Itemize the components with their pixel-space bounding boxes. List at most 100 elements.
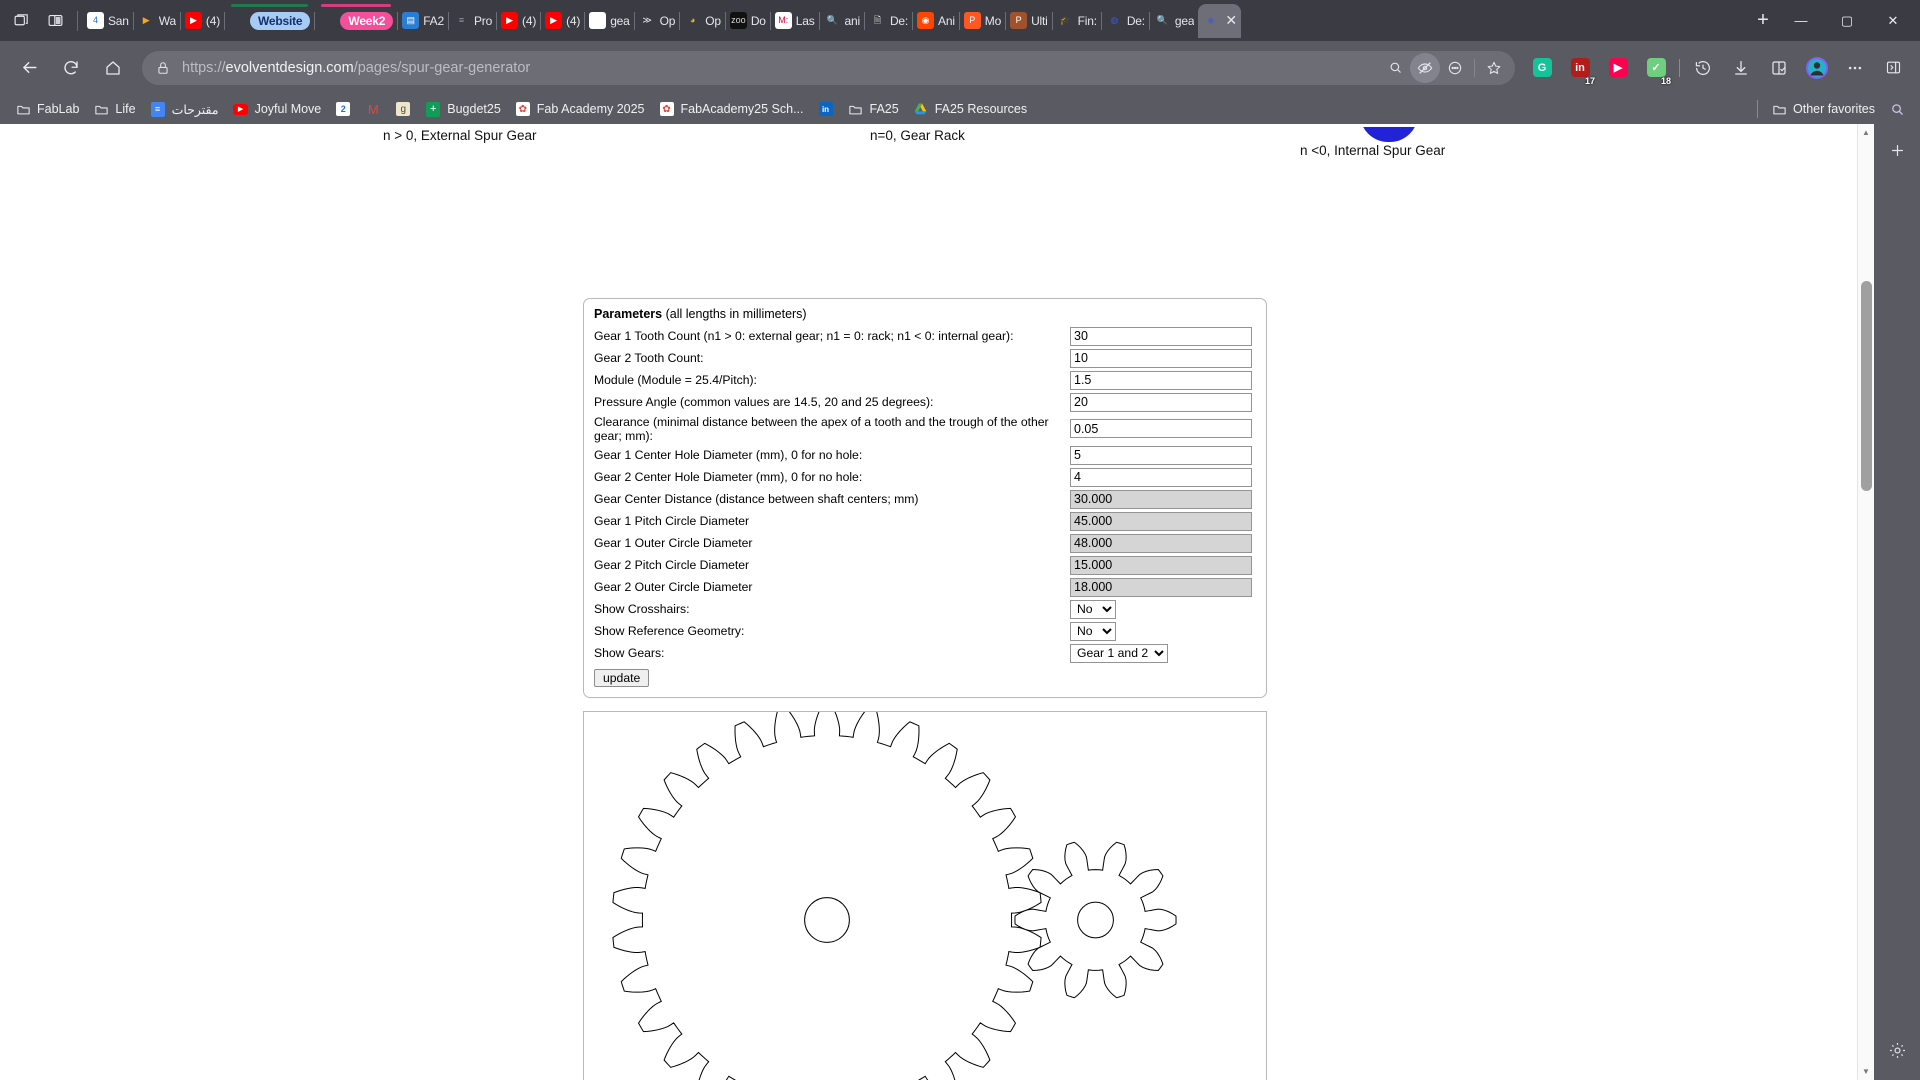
bookmark-item[interactable]: ✿ Fab Academy 2025 <box>508 98 652 120</box>
show-reference-geometry-select[interactable]: NoYes <box>1070 621 1116 641</box>
scrollbar-thumb[interactable] <box>1861 281 1872 491</box>
browser-tab[interactable]: ≡ Pro <box>449 4 496 38</box>
show-crosshairs-select[interactable]: NoYes <box>1070 599 1116 619</box>
scroll-up-arrow[interactable]: ▲ <box>1858 124 1874 141</box>
browser-tab[interactable]: ▶ (4) <box>497 4 540 38</box>
grammarly-extension[interactable]: G <box>1525 51 1559 85</box>
split-screen-icon[interactable] <box>38 4 72 38</box>
collections-icon[interactable] <box>1762 51 1796 85</box>
back-arrow-icon[interactable] <box>11 50 47 86</box>
add-sidebar-icon[interactable] <box>1881 134 1913 166</box>
browser-tab[interactable]: ▶ Wa <box>134 4 180 38</box>
browser-tab[interactable]: ▤ FA2 <box>398 4 448 38</box>
other-favorites-button[interactable]: Other favorites <box>1764 98 1882 120</box>
web-page-content: n > 0, External Spur Gear n=0, Gear Rack… <box>0 124 1857 1080</box>
browser-tab[interactable]: Week2 <box>315 3 397 38</box>
parameter-value-cell: Gear 1 and 2Gear 1Gear 2 <box>1070 642 1256 664</box>
tab-search-icon[interactable] <box>4 4 38 38</box>
browser-tab[interactable]: Website <box>225 3 314 38</box>
browser-tab[interactable]: 🗎 De: <box>865 4 912 38</box>
profile-avatar[interactable] <box>1800 51 1834 85</box>
gear1-tooth-count-input[interactable] <box>1070 326 1252 346</box>
parameter-label: Gear 1 Pitch Circle Diameter <box>594 514 750 528</box>
bookmark-item[interactable]: FA25 <box>841 98 906 120</box>
page-scrollbar[interactable]: ▲ ▼ <box>1857 124 1874 1080</box>
star-favorite-icon[interactable] <box>1479 53 1509 83</box>
parameter-value-cell <box>1070 347 1256 369</box>
bookmark-item[interactable]: g <box>388 98 418 120</box>
bookmark-item[interactable]: Life <box>86 98 142 120</box>
bookmark-item[interactable]: FA25 Resources <box>906 98 1034 120</box>
address-bar[interactable]: https://evolventdesign.com/pages/spur-ge… <box>142 50 1515 85</box>
clearance-input[interactable] <box>1070 419 1252 438</box>
scrollbar-track[interactable] <box>1858 141 1874 1063</box>
bookmark-item[interactable]: in <box>811 98 841 120</box>
home-icon[interactable] <box>95 50 131 86</box>
tracking-prevention-icon[interactable] <box>1410 52 1440 83</box>
browser-tab[interactable]: 🎓 Fin: <box>1053 4 1101 38</box>
parameter-label: Gear 2 Outer Circle Diameter <box>594 580 753 594</box>
browser-tab[interactable]: ◉ Ani <box>913 4 959 38</box>
window-close-button[interactable]: ✕ <box>1870 0 1916 41</box>
settings-more-icon[interactable] <box>1838 51 1872 85</box>
downloads-icon[interactable] <box>1724 51 1758 85</box>
browser-tab[interactable]: ◕ Op <box>680 4 725 38</box>
settings-gear-icon[interactable] <box>1881 1034 1913 1066</box>
extensions-bar: Gin 17 ▶ ✓ 18 <box>1523 51 1684 86</box>
browser-tab[interactable]: zoo Do <box>726 4 770 38</box>
parameter-label: Gear 2 Tooth Count: <box>594 351 704 365</box>
parameter-row: Gear 1 Center Hole Diameter (mm), 0 for … <box>594 444 1256 466</box>
window-minimize-button[interactable]: — <box>1778 0 1824 41</box>
bookmark-item[interactable]: ✿ FabAcademy25 Sch... <box>652 98 811 120</box>
module-input[interactable] <box>1070 370 1252 390</box>
zoom-search-icon[interactable] <box>1380 53 1410 83</box>
bookmark-label: Joyful Move <box>254 102 322 116</box>
tab-favicon-icon: ◈ <box>1207 15 1215 25</box>
update-button[interactable]: update <box>594 669 650 687</box>
tab-label: (4) <box>205 13 220 28</box>
sidebar-toggle-icon[interactable] <box>1876 51 1910 85</box>
browser-tab[interactable]: ◈ ✕ <box>1198 3 1242 38</box>
tab-label: (4) <box>522 13 537 28</box>
new-tab-button[interactable]: + <box>1748 6 1778 36</box>
extension-badge-count: 17 <box>1584 75 1595 86</box>
gear1-center-hole-diameter-input[interactable] <box>1070 445 1252 465</box>
browser-tab[interactable]: gea <box>585 4 633 38</box>
scroll-down-arrow[interactable]: ▼ <box>1858 1063 1874 1080</box>
youtube-extension[interactable]: ▶ <box>1601 51 1635 85</box>
browser-tab[interactable]: 🔍 ani <box>820 4 864 38</box>
show-gears-select[interactable]: Gear 1 and 2Gear 1Gear 2 <box>1070 643 1168 663</box>
parameter-row: Gear 2 Tooth Count: <box>594 347 1256 369</box>
browser-tab[interactable]: ◍ De: <box>1102 4 1149 38</box>
reload-icon[interactable] <box>53 50 89 86</box>
bookmarks-divider <box>1757 100 1759 118</box>
tab-label: FA2 <box>423 13 444 28</box>
window-maximize-button[interactable]: ▢ <box>1824 0 1870 41</box>
gear2-center-hole-diameter-input[interactable] <box>1070 467 1252 487</box>
bookmark-item[interactable]: ≡ مقترحات <box>143 98 226 120</box>
browser-tab[interactable]: ▶ (4) <box>541 4 584 38</box>
browser-tab[interactable]: 🔍 gea <box>1150 4 1198 38</box>
bookmarks-search-icon[interactable] <box>1882 98 1912 120</box>
pressure-angle-input[interactable] <box>1070 392 1252 412</box>
browser-tab[interactable]: 4 San <box>83 4 133 38</box>
more-options-icon[interactable] <box>1440 53 1470 83</box>
browser-tab[interactable]: P Mo <box>960 4 1005 38</box>
checkmark-extension[interactable]: ✓ 18 <box>1639 51 1673 86</box>
browser-tab[interactable]: M: Las <box>771 4 819 38</box>
tab-favicon-icon: ≡ <box>458 15 465 25</box>
bookmark-item[interactable]: FabLab <box>8 98 86 120</box>
bookmark-item[interactable]: M <box>358 98 388 120</box>
browser-tab[interactable]: ▶ (4) <box>181 4 224 38</box>
bookmark-item[interactable]: ▶ Joyful Move <box>226 98 329 120</box>
bookmark-item[interactable]: 2 <box>328 98 358 120</box>
linkedin-extension[interactable]: in 17 <box>1563 51 1597 86</box>
browser-tab[interactable]: ≫ Op <box>635 4 680 38</box>
tab-close-icon[interactable]: ✕ <box>1225 12 1237 29</box>
gear-drawing-canvas[interactable] <box>583 711 1267 1080</box>
history-icon[interactable] <box>1686 51 1720 85</box>
bookmark-item[interactable]: + Bugdet25 <box>418 98 508 120</box>
browser-tab[interactable]: P Ulti <box>1006 4 1052 38</box>
gear2-tooth-count-input[interactable] <box>1070 348 1252 368</box>
url-text: https://evolventdesign.com/pages/spur-ge… <box>182 60 1380 76</box>
